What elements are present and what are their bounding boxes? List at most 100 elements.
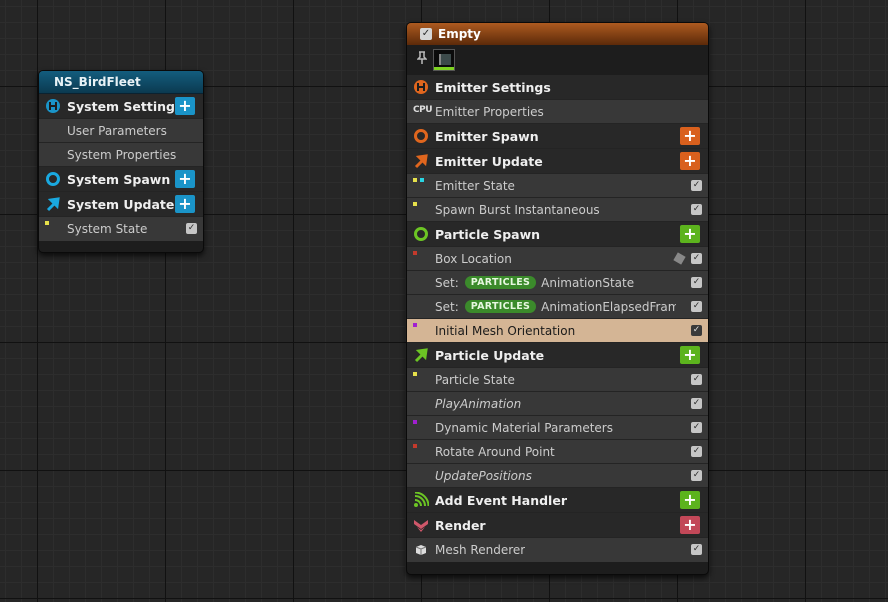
set-animation-state-checkbox[interactable]: ✓ [691, 277, 702, 288]
particles-namespace-badge: PARTICLES [464, 300, 537, 313]
parameter-dot-icon [413, 251, 417, 255]
particle-state-item[interactable]: Particle State ✓ [407, 368, 708, 392]
particle-state-checkbox[interactable]: ✓ [691, 374, 702, 385]
system-node-title[interactable]: NS_BirdFleet [39, 71, 203, 94]
system-update-add-button[interactable]: + [175, 195, 195, 213]
set-animation-elapsed-checkbox[interactable]: ✓ [691, 301, 702, 312]
emitter-settings-header[interactable]: Emitter Settings [407, 75, 708, 100]
emitter-state-item[interactable]: Emitter State ✓ [407, 174, 708, 198]
play-animation-checkbox[interactable]: ✓ [691, 398, 702, 409]
system-spawn-add-button[interactable]: + [175, 170, 195, 188]
dynamic-material-parameters-label: Dynamic Material Parameters [435, 420, 613, 435]
user-parameters-item[interactable]: User Parameters [39, 119, 203, 143]
emitter-spawn-add-button[interactable]: + [680, 127, 700, 145]
system-settings-add-button[interactable]: + [175, 97, 195, 115]
emitter-title: Empty [438, 27, 481, 41]
emitter-enable-checkbox[interactable]: ✓ [420, 28, 432, 40]
update-positions-checkbox[interactable]: ✓ [691, 470, 702, 481]
system-properties-item[interactable]: System Properties [39, 143, 203, 167]
box-location-checkbox[interactable]: ✓ [691, 253, 702, 264]
set-prefix-label: Set: [435, 299, 459, 314]
system-spawn-header[interactable]: System Spawn + [39, 167, 203, 192]
update-arrow-icon [413, 347, 429, 363]
spawn-burst-checkbox[interactable]: ✓ [691, 204, 702, 215]
emitter-node[interactable]: ✓ Empty Emitter Settings CPU Emitter Pro… [406, 22, 709, 575]
particle-update-add-button[interactable]: + [680, 346, 700, 364]
emitter-node-header[interactable]: ✓ Empty [407, 23, 708, 45]
box-location-item[interactable]: Box Location ✓ [407, 247, 708, 271]
system-settings-label: System Settings [67, 98, 183, 114]
emitter-properties-label: Emitter Properties [435, 104, 544, 119]
spawn-burst-label: Spawn Burst Instantaneous [435, 202, 600, 217]
parameter-dot-icon [413, 372, 417, 376]
set-animation-state-item[interactable]: Set: PARTICLES AnimationState ✓ [407, 271, 708, 295]
particle-spawn-header[interactable]: Particle Spawn + [407, 222, 708, 247]
emitter-update-add-button[interactable]: + [680, 152, 700, 170]
rotate-around-point-item[interactable]: Rotate Around Point ✓ [407, 440, 708, 464]
add-event-handler-header[interactable]: Add Event Handler + [407, 488, 708, 513]
system-update-header[interactable]: System Update + [39, 192, 203, 217]
emitter-icon-bar [407, 45, 708, 75]
emitter-properties-item[interactable]: CPU Emitter Properties [407, 100, 708, 124]
particle-state-label: Particle State [435, 372, 515, 387]
settings-icon [45, 98, 61, 114]
parameter-dot-icon [413, 420, 417, 424]
render-header[interactable]: Render + [407, 513, 708, 538]
system-state-item[interactable]: System State ✓ [39, 217, 203, 241]
system-state-checkbox[interactable]: ✓ [186, 223, 197, 234]
dynamic-material-parameters-checkbox[interactable]: ✓ [691, 422, 702, 433]
parameter-dot-icon [420, 178, 424, 182]
mesh-renderer-label: Mesh Renderer [435, 543, 526, 557]
settings-icon [413, 79, 429, 95]
add-event-handler-label: Add Event Handler [435, 492, 567, 508]
parameter-dot-icon [413, 202, 417, 206]
emitter-spawn-header[interactable]: Emitter Spawn + [407, 124, 708, 149]
box-location-label: Box Location [435, 251, 512, 266]
animation-state-label: AnimationState [541, 275, 635, 290]
particle-update-header[interactable]: Particle Update + [407, 343, 708, 368]
cube-icon [673, 252, 686, 265]
system-settings-header[interactable]: System Settings + [39, 94, 203, 119]
system-state-label: System State [67, 222, 148, 236]
emitter-settings-label: Emitter Settings [435, 79, 551, 95]
rotate-around-point-checkbox[interactable]: ✓ [691, 446, 702, 457]
particle-update-label: Particle Update [435, 347, 545, 363]
parameter-dot-icon [45, 221, 49, 225]
update-positions-item[interactable]: UpdatePositions ✓ [407, 464, 708, 488]
rotate-around-point-label: Rotate Around Point [435, 444, 555, 459]
play-animation-label: PlayAnimation [435, 396, 522, 411]
render-icon [413, 517, 429, 533]
system-properties-label: System Properties [67, 147, 177, 162]
spawn-ring-icon [413, 128, 429, 144]
system-node[interactable]: NS_BirdFleet System Settings + User Para… [38, 70, 204, 253]
set-prefix-label: Set: [435, 275, 459, 290]
dynamic-material-parameters-item[interactable]: Dynamic Material Parameters ✓ [407, 416, 708, 440]
render-add-button[interactable]: + [680, 516, 700, 534]
initial-mesh-orientation-checkbox[interactable]: ✓ [691, 325, 702, 336]
animation-elapsed-frames-label: AnimationElapsedFrames [541, 299, 677, 314]
mesh-renderer-item[interactable]: Mesh Renderer ✓ [407, 538, 708, 562]
system-spawn-label: System Spawn [67, 171, 171, 187]
mesh-renderer-checkbox[interactable]: ✓ [691, 544, 702, 555]
user-parameters-label: User Parameters [67, 123, 167, 138]
play-animation-item[interactable]: PlayAnimation ✓ [407, 392, 708, 416]
event-signal-icon [413, 491, 430, 508]
spawn-burst-item[interactable]: Spawn Burst Instantaneous ✓ [407, 198, 708, 222]
set-animation-elapsed-item[interactable]: Set: PARTICLES AnimationElapsedFrames ✓ [407, 295, 708, 319]
update-positions-label: UpdatePositions [435, 468, 532, 483]
update-arrow-icon [413, 153, 429, 169]
emitter-thumbnail[interactable] [433, 49, 455, 71]
initial-mesh-orientation-item[interactable]: Initial Mesh Orientation ✓ [407, 319, 708, 343]
particle-spawn-label: Particle Spawn [435, 226, 541, 242]
render-label: Render [435, 517, 486, 533]
pin-icon[interactable] [416, 51, 428, 69]
particle-spawn-add-button[interactable]: + [680, 225, 700, 243]
emitter-state-checkbox[interactable]: ✓ [691, 180, 702, 191]
add-event-handler-button[interactable]: + [680, 491, 700, 509]
parameter-dot-icon [413, 444, 417, 448]
initial-mesh-orientation-label: Initial Mesh Orientation [435, 323, 576, 338]
emitter-update-header[interactable]: Emitter Update + [407, 149, 708, 174]
spawn-ring-icon [45, 171, 61, 187]
parameter-dot-icon [413, 323, 417, 327]
emitter-update-label: Emitter Update [435, 153, 543, 169]
